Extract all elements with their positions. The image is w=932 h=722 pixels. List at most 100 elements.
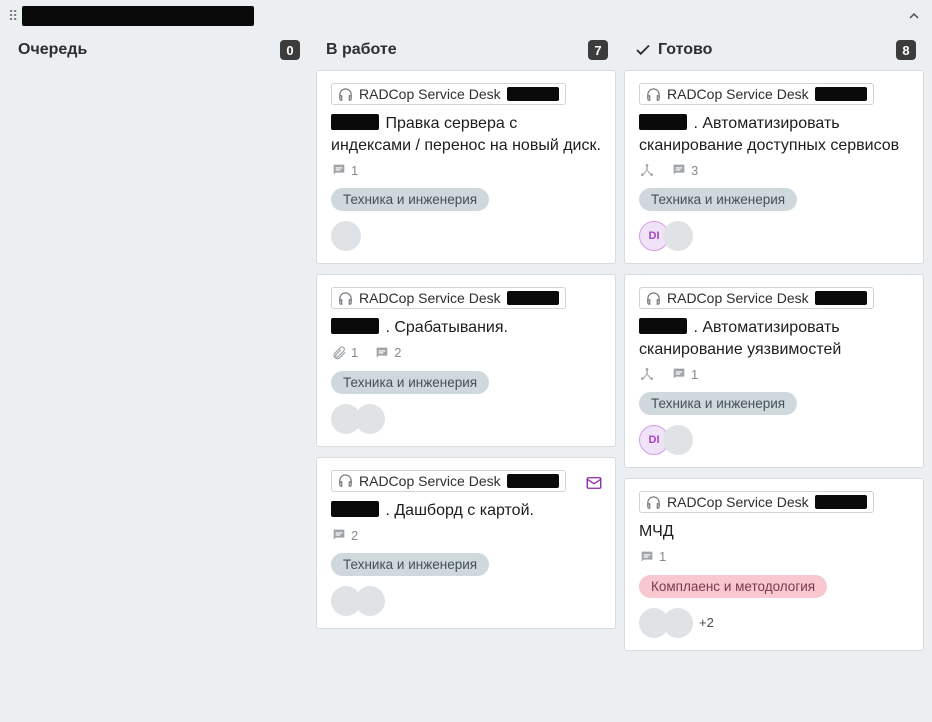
column-header[interactable]: В работе 7 <box>316 32 616 70</box>
tag-row: Техника и инженерия <box>331 371 601 394</box>
avatar[interactable] <box>663 221 693 251</box>
tag[interactable]: Техника и инженерия <box>639 392 797 415</box>
project-key <box>815 87 867 101</box>
avatar[interactable] <box>663 425 693 455</box>
project-row: RADCop Service Desk <box>639 491 909 513</box>
meta-row: 1 <box>639 549 909 565</box>
headphones-icon <box>646 291 661 306</box>
project-row: RADCop Service Desk <box>639 287 909 309</box>
project-row: RADCop Service Desk <box>331 470 601 492</box>
project-name: RADCop Service Desk <box>359 473 501 489</box>
project-chip[interactable]: RADCop Service Desk <box>331 83 566 105</box>
tag-row: Техника и инженерия <box>639 188 909 211</box>
project-key <box>507 87 559 101</box>
collapse-chevron-icon[interactable] <box>906 8 922 24</box>
column-header[interactable]: Очередь 0 <box>8 32 308 70</box>
issue-title: . Автоматизировать сканирование уязвимос… <box>639 317 909 360</box>
headphones-icon <box>338 87 353 102</box>
avatar[interactable] <box>663 608 693 638</box>
project-chip[interactable]: RADCop Service Desk <box>639 491 874 513</box>
tag[interactable]: Техника и инженерия <box>331 553 489 576</box>
tag[interactable]: Техника и инженерия <box>331 371 489 394</box>
column-header[interactable]: Готово 8 <box>624 32 924 70</box>
column-title: В работе <box>326 41 397 59</box>
tag-row: Комплаенс и методология <box>639 575 909 598</box>
attachment-count: 1 <box>331 345 358 361</box>
project-name: RADCop Service Desk <box>359 86 501 102</box>
tag[interactable]: Техника и инженерия <box>331 188 489 211</box>
project-row: RADCop Service Desk <box>331 287 601 309</box>
issue-key <box>639 114 687 130</box>
issue-card[interactable]: RADCop Service Desk МЧД 1 Комплаенс и метод… <box>624 478 924 651</box>
issue-title: Правка сервера с индексами / перенос на … <box>331 113 601 156</box>
comment-count: 1 <box>331 162 358 178</box>
meta-row: 1 <box>639 366 909 382</box>
column-title: Готово <box>658 41 712 59</box>
avatars-row: +2 <box>639 608 909 638</box>
avatars-row: DI <box>639 425 909 455</box>
headphones-icon <box>338 473 353 488</box>
headphones-icon <box>646 87 661 102</box>
column-title: Очередь <box>18 41 87 59</box>
tag-row: Техника и инженерия <box>331 188 601 211</box>
tag[interactable]: Техника и инженерия <box>639 188 797 211</box>
columns-container: Очередь 0 В работе 7 RADCop Service Desk Пра… <box>0 32 932 722</box>
avatars-row <box>331 221 601 251</box>
project-chip[interactable]: RADCop Service Desk <box>331 470 566 492</box>
cards-list: RADCop Service Desk . Автоматизировать с… <box>624 70 924 651</box>
project-row: RADCop Service Desk <box>331 83 601 105</box>
issue-key <box>331 501 379 517</box>
meta-row: 3 <box>639 162 909 178</box>
column-count: 8 <box>896 40 916 60</box>
issue-card[interactable]: RADCop Service Desk Правка сервера с инд… <box>316 70 616 264</box>
project-chip[interactable]: RADCop Service Desk <box>639 287 874 309</box>
issue-card[interactable]: RADCop Service Desk . Автоматизировать с… <box>624 274 924 468</box>
tag-row: Техника и инженерия <box>639 392 909 415</box>
project-key <box>815 495 867 509</box>
issue-title: . Дашборд с картой. <box>331 500 601 522</box>
cards-list: RADCop Service Desk Правка сервера с инд… <box>316 70 616 629</box>
comment-count: 2 <box>331 527 358 543</box>
comment-count: 3 <box>671 162 698 178</box>
project-name: RADCop Service Desk <box>359 290 501 306</box>
column-count: 7 <box>588 40 608 60</box>
avatars-row <box>331 586 601 616</box>
project-key <box>507 474 559 488</box>
project-chip[interactable]: RADCop Service Desk <box>639 83 874 105</box>
issue-card[interactable]: RADCop Service Desk . Автоматизировать с… <box>624 70 924 264</box>
avatars-row: DI <box>639 221 909 251</box>
issue-title: . Срабатывания. <box>331 317 601 339</box>
project-key <box>815 291 867 305</box>
meta-row: 2 <box>331 527 601 543</box>
issue-key <box>639 318 687 334</box>
avatar[interactable] <box>355 404 385 434</box>
column-done: Готово 8 RADCop Service Desk . Автоматизир… <box>624 32 924 714</box>
comment-count: 2 <box>374 345 401 361</box>
comment-count: 1 <box>639 549 666 565</box>
project-name: RADCop Service Desk <box>667 290 809 306</box>
issue-key <box>331 114 379 130</box>
column-progress: В работе 7 RADCop Service Desk Правка серв… <box>316 32 616 714</box>
meta-row: 12 <box>331 345 601 361</box>
mail-icon <box>585 474 603 492</box>
issue-card[interactable]: RADCop Service Desk . Дашборд с картой. 2… <box>316 457 616 630</box>
project-name: RADCop Service Desk <box>667 86 809 102</box>
headphones-icon <box>338 291 353 306</box>
meta-row: 1 <box>331 162 601 178</box>
avatar[interactable] <box>355 586 385 616</box>
drag-grip-icon[interactable]: ⠿ <box>8 8 16 25</box>
column-count: 0 <box>280 40 300 60</box>
comment-count: 1 <box>671 366 698 382</box>
project-chip[interactable]: RADCop Service Desk <box>331 287 566 309</box>
project-name: RADCop Service Desk <box>667 494 809 510</box>
tag[interactable]: Комплаенс и методология <box>639 575 827 598</box>
issue-title: МЧД <box>639 521 909 543</box>
issue-key <box>331 318 379 334</box>
issue-card[interactable]: RADCop Service Desk . Срабатывания. 12 Тех… <box>316 274 616 447</box>
subtask-icon <box>639 162 655 178</box>
avatar-more-count[interactable]: +2 <box>699 615 714 630</box>
avatar[interactable] <box>331 221 361 251</box>
avatars-row <box>331 404 601 434</box>
board-header: ⠿ <box>0 0 932 32</box>
board-title <box>22 6 254 26</box>
